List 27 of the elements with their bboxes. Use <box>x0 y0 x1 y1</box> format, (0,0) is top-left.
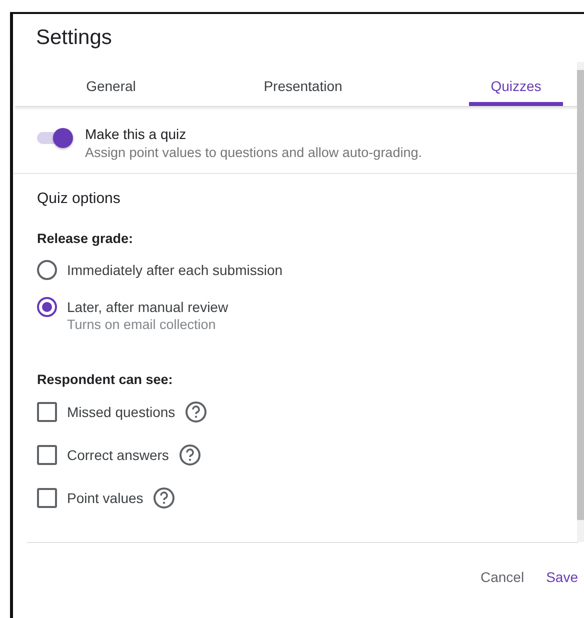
scrollbar[interactable] <box>577 62 584 542</box>
dialog-button[interactable]: Save <box>546 565 578 589</box>
group-heading: Respondent can see: <box>37 372 174 387</box>
radio-button[interactable] <box>37 260 57 280</box>
option-label: Later, after manual review <box>67 298 228 317</box>
option-label: Missed questions <box>67 403 176 422</box>
tab[interactable]: Presentation <box>207 56 399 106</box>
checkbox[interactable] <box>37 402 57 422</box>
help-icon[interactable] <box>185 401 208 423</box>
toggle-switch[interactable] <box>37 128 73 148</box>
dialog-button[interactable]: Cancel <box>480 565 524 589</box>
help-icon[interactable] <box>178 444 201 466</box>
toggle-label: Make this a quiz <box>85 126 188 142</box>
option-label: Correct answers <box>67 446 169 465</box>
group-heading: Release grade: <box>37 231 134 246</box>
tab[interactable]: Quizzes <box>469 56 563 106</box>
section-title: Quiz options <box>37 190 122 207</box>
radio-button[interactable] <box>37 297 57 317</box>
option-label: Point values <box>67 489 144 508</box>
checkbox[interactable] <box>37 488 57 508</box>
help-icon[interactable] <box>153 487 176 509</box>
checkbox[interactable] <box>37 445 57 465</box>
dialog-title: Settings <box>35 25 113 51</box>
toggle-description: Assign point values to questions and allow auto-grading. <box>85 145 422 160</box>
option-hint: Turns on email collection <box>67 317 217 332</box>
option-label: Immediately after each submission <box>67 261 283 280</box>
tab[interactable]: General <box>15 56 207 106</box>
